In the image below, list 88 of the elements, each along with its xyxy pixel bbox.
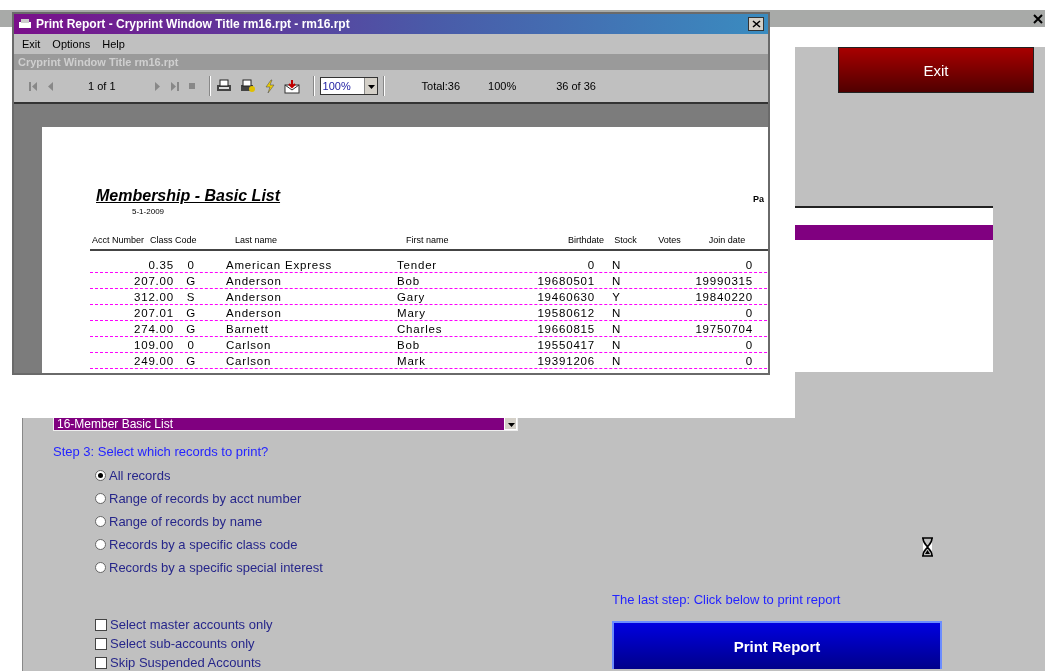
checkbox-option[interactable]: Skip Suspended Accounts — [95, 654, 612, 671]
radio-option[interactable]: Range of records by name — [95, 513, 612, 530]
table-cell-text: N — [610, 338, 623, 351]
table-cell-text: 109.00 — [133, 338, 174, 351]
table-cell-text: N — [610, 322, 623, 335]
printer-icon — [18, 18, 32, 30]
radio-option[interactable]: Records by a specific special interest — [95, 559, 612, 576]
radio-option[interactable]: Records by a specific class code — [95, 536, 612, 553]
checkbox-option[interactable]: Select sub-accounts only — [95, 635, 612, 652]
table-cell-text: 249.00 — [133, 354, 174, 367]
printer-setup-icon[interactable] — [239, 79, 256, 93]
column-header: Acct Number — [92, 235, 145, 245]
table-cell-text: N — [610, 354, 623, 367]
table-cell-text: 0 — [744, 354, 753, 367]
table-cell-text: Y — [611, 290, 622, 303]
table-cell-text: Gary — [397, 290, 427, 303]
total-count: Total:36 — [421, 80, 461, 92]
table-cell-text: 19580612 — [536, 306, 595, 319]
table-cell-text: N — [610, 258, 623, 271]
table-cell-text: American Express — [226, 258, 334, 271]
menu-item[interactable]: Options — [52, 38, 91, 50]
column-header: Birthdate — [566, 235, 604, 245]
column-header: First name — [406, 235, 450, 245]
table-cell-text: 207.01 — [133, 306, 174, 319]
table-cell-text: 0 — [744, 258, 753, 271]
table-cell-text: S — [185, 290, 197, 303]
table-cell-text: 19990315 — [694, 274, 753, 287]
table-cell-text: 0.35 — [147, 258, 174, 271]
radio-option[interactable]: Range of records by acct number — [95, 490, 612, 507]
hourglass-icon — [921, 537, 934, 557]
table-cell-text: 19660815 — [536, 322, 595, 335]
table-cell-text: 19460630 — [536, 290, 595, 303]
table-cell-text: Carlson — [226, 354, 273, 367]
report-title: Membership - Basic List — [96, 187, 281, 205]
table-cell-text: G — [185, 306, 197, 319]
step-heading: Step 3: Select which records to print? — [53, 444, 270, 459]
table-cell-text: Anderson — [226, 306, 283, 319]
column-header: Stock — [613, 235, 638, 245]
table-cell-text: 0 — [744, 338, 753, 351]
menu-item[interactable]: Exit — [22, 38, 41, 50]
table-cell-text: Mary — [397, 306, 427, 319]
table-cell-text: 19840220 — [694, 290, 753, 303]
table-cell-text: 312.00 — [133, 290, 174, 303]
table-cell-text: G — [185, 274, 197, 287]
table-cell-text: 19750704 — [694, 322, 753, 335]
table-cell-text: 0 — [586, 258, 595, 271]
menu-item[interactable]: Help — [102, 38, 125, 50]
column-header: Join date — [707, 235, 747, 245]
checkbox-option[interactable]: Select master accounts only — [95, 616, 612, 633]
zoom-percent: 100% — [488, 80, 517, 92]
exit-button[interactable]: Exit — [838, 47, 1034, 93]
table-cell-text: Tender — [397, 258, 438, 271]
lightning-icon[interactable] — [263, 78, 276, 94]
print-report-button[interactable]: Print Report — [612, 621, 942, 669]
report-date: 5-1-2009 — [132, 207, 166, 216]
column-header: Class Code — [150, 235, 198, 245]
table-cell-text: Mark — [397, 354, 427, 367]
table-cell-text: Anderson — [226, 290, 283, 303]
zoom-dropdown[interactable]: 100% — [319, 77, 378, 95]
table-cell-text: 274.00 — [133, 322, 174, 335]
table-cell-text: 0 — [744, 306, 753, 319]
table-cell-text: Charles — [397, 322, 444, 335]
table-cell-text: Carlson — [226, 338, 273, 351]
export-envelope-icon[interactable] — [283, 78, 300, 94]
table-cell-text: G — [185, 322, 197, 335]
table-cell-text: 0 — [186, 338, 196, 351]
print-icon[interactable] — [215, 79, 232, 93]
table-cell-text: 19391206 — [536, 354, 595, 367]
radio-option[interactable]: All records — [95, 467, 612, 484]
table-cell-text: N — [610, 274, 623, 287]
close-icon[interactable] — [1033, 13, 1043, 24]
table-cell-text: Bob — [397, 338, 421, 351]
last-step-label: The last step: Click below to print report — [612, 592, 841, 607]
table-cell-text: 207.00 — [133, 274, 174, 287]
page-indicator: 1 of 1 — [88, 80, 116, 92]
table-cell-text: 19680501 — [536, 274, 595, 287]
table-cell-text: Bob — [397, 274, 421, 287]
window-title: Print Report - Cryprint Window Title rm16.rpt - rm16.rpt — [36, 17, 351, 31]
table-cell-text: G — [185, 354, 197, 367]
record-count: 36 of 36 — [556, 80, 596, 92]
table-cell-text: 0 — [186, 258, 196, 271]
table-cell-text: N — [610, 306, 623, 319]
page-label: Pa — [753, 194, 764, 204]
column-header: Votes — [657, 235, 682, 245]
table-cell-text: 19550417 — [536, 338, 595, 351]
table-cell-text: Barnett — [226, 322, 270, 335]
column-header: Last name — [235, 235, 279, 245]
table-cell-text: Anderson — [226, 274, 283, 287]
